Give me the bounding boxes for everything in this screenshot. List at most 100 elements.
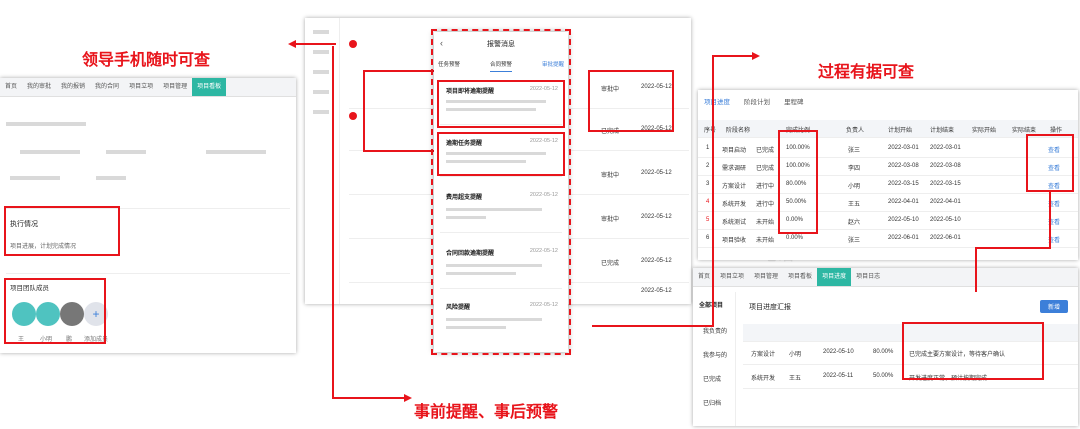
row-status: 未开始 <box>756 238 775 244</box>
highlight-members <box>4 278 106 344</box>
list-item-date: 2022-05-12 <box>641 258 672 264</box>
row-no: 4 <box>706 199 710 205</box>
sidebar-item-done[interactable]: 已完成 <box>703 374 721 383</box>
warning-dot-icon <box>349 40 357 48</box>
tab-stage-plan[interactable]: 阶段计划 <box>744 96 770 106</box>
row-status: 已完成 <box>756 148 775 154</box>
list-item-status: 审批中 <box>601 173 620 179</box>
placeholder-line <box>6 122 86 126</box>
mid-sidebar <box>305 18 340 304</box>
row-name: 系统开发 <box>722 202 747 208</box>
column-header: 序号 <box>704 128 717 134</box>
sidebar-item-joined[interactable]: 我参与的 <box>703 350 727 359</box>
tab-home[interactable]: 首页 <box>693 268 715 286</box>
tab-my-expense[interactable]: 我的报销 <box>56 78 90 96</box>
left-tab-bar: 首页 我的审批 我的报销 我的合同 项目立项 项目管理 项目看板 <box>0 78 296 97</box>
row-date: 2022-03-01 <box>888 145 919 151</box>
report-row-name: 方案设计 <box>751 352 776 358</box>
right-tab-bar: 项目进度 阶段计划 里程碑 <box>704 96 804 106</box>
highlight-mobile-card <box>437 132 565 176</box>
right-progress-panel: 项目进度 阶段计划 里程碑 序号 阶段名称 完成比例 负责人 计划开始 计划结束… <box>698 90 1078 260</box>
placeholder-line <box>106 150 146 154</box>
tab-project-setup[interactable]: 项目立项 <box>715 268 749 286</box>
report-tab-bar: 首页 项目立项 项目管理 项目看板 项目进度 项目日志 <box>693 268 1078 287</box>
row-no: 2 <box>706 163 710 169</box>
placeholder-line <box>206 150 266 154</box>
report-row-pct: 80.00% <box>873 349 894 355</box>
column-header: 操作 <box>1050 128 1063 134</box>
list-item-status: 审批中 <box>601 217 620 223</box>
row-date: 2022-04-01 <box>930 199 961 205</box>
table-row[interactable]: 1 项目启动 已完成 100.00% 张三 2022-03-01 2022-03… <box>698 140 1078 158</box>
highlight-mobile <box>431 29 571 355</box>
row-date: 2022-03-08 <box>930 163 961 169</box>
arrow-head-icon <box>288 40 296 48</box>
sidebar-item-all[interactable]: 全部项目 <box>699 300 723 309</box>
column-header: 负责人 <box>846 128 865 134</box>
placeholder-line <box>10 176 60 180</box>
warning-dot-icon <box>349 112 357 120</box>
placeholder-line <box>96 176 126 180</box>
sidebar-item-archived[interactable]: 已归档 <box>703 398 721 407</box>
column-header: 实际开始 <box>972 128 997 134</box>
row-action-link[interactable]: 查看 <box>1048 199 1060 208</box>
report-row-name: 系统开发 <box>751 376 776 382</box>
tab-project-board[interactable]: 项目看板 <box>783 268 817 286</box>
row-owner: 王五 <box>848 202 861 208</box>
highlight-report-note <box>902 322 1044 380</box>
arrow-head-icon <box>404 394 412 402</box>
tab-project-log[interactable]: 项目日志 <box>851 268 885 286</box>
sidebar-item-mine[interactable]: 我负责的 <box>703 326 727 335</box>
tab-home[interactable]: 首页 <box>0 78 22 96</box>
tab-project-manage[interactable]: 项目管理 <box>158 78 192 96</box>
row-date: 2022-06-01 <box>930 235 961 241</box>
report-title: 项目进度汇报 <box>749 304 791 311</box>
list-item-status: 已完成 <box>601 261 620 267</box>
table-row[interactable]: 4 系统开发 进行中 50.00% 王五 2022-04-01 2022-04-… <box>698 194 1078 212</box>
placeholder-line <box>313 110 329 114</box>
table-header: 序号 阶段名称 完成比例 负责人 计划开始 计划结束 实际开始 实际结束 操作 <box>698 120 1078 138</box>
placeholder-line <box>313 90 329 94</box>
table-row[interactable]: 3 方案设计 进行中 80.00% 小明 2022-03-15 2022-03-… <box>698 176 1078 194</box>
highlight-mobile-card <box>437 80 565 128</box>
caption-process: 过程有据可查 <box>818 62 915 81</box>
row-date: 2022-06-01 <box>888 235 919 241</box>
row-status: 已完成 <box>756 166 775 172</box>
tab-project-progress[interactable]: 项目进度 <box>817 268 852 286</box>
tab-my-contract[interactable]: 我的合同 <box>90 78 124 96</box>
report-sidebar: 全部项目 我负责的 我参与的 已完成 已归档 <box>693 292 736 426</box>
placeholder-line <box>313 70 329 74</box>
row-status: 进行中 <box>756 202 775 208</box>
row-action-link[interactable]: 查看 <box>1048 235 1060 244</box>
left-content-area <box>6 106 290 196</box>
table-row[interactable]: 2 需求调研 已完成 100.00% 李四 2022-03-08 2022-03… <box>698 158 1078 176</box>
row-date: 2022-03-15 <box>888 181 919 187</box>
tab-milestone[interactable]: 里程碑 <box>784 96 804 106</box>
row-status: 进行中 <box>756 184 775 190</box>
placeholder-line <box>313 30 329 34</box>
highlight-completion-column <box>778 130 818 234</box>
placeholder-line <box>313 50 329 54</box>
highlight-list-dates <box>588 70 674 132</box>
tab-project-setup[interactable]: 项目立项 <box>124 78 158 96</box>
tab-my-approval[interactable]: 我的审批 <box>22 78 56 96</box>
new-report-button[interactable]: 新增 <box>1039 300 1068 313</box>
placeholder-line <box>20 150 80 154</box>
row-owner: 张三 <box>848 238 861 244</box>
row-date: 2022-05-10 <box>930 217 961 223</box>
row-name: 系统测试 <box>722 220 747 226</box>
row-action-link[interactable]: 查看 <box>1048 217 1060 226</box>
arrow-head-icon <box>752 52 760 60</box>
table-row[interactable]: 5 系统测试 未开始 0.00% 赵六 2022-05-10 2022-05-1… <box>698 212 1078 230</box>
report-row-pct: 50.00% <box>873 373 894 379</box>
row-no: 3 <box>706 181 710 187</box>
row-no: 1 <box>706 145 710 151</box>
report-row-date: 2022-05-11 <box>823 373 854 379</box>
tab-project-manage[interactable]: 项目管理 <box>749 268 783 286</box>
column-header: 阶段名称 <box>726 128 751 134</box>
table-row[interactable]: 6 项目验收 未开始 0.00% 张三 2022-06-01 2022-06-0… <box>698 230 1078 248</box>
row-pct: 0.00% <box>786 235 804 241</box>
tab-project-board[interactable]: 项目看板 <box>192 78 227 96</box>
report-row-owner: 小明 <box>789 352 802 358</box>
tab-project-progress[interactable]: 项目进度 <box>704 96 730 106</box>
